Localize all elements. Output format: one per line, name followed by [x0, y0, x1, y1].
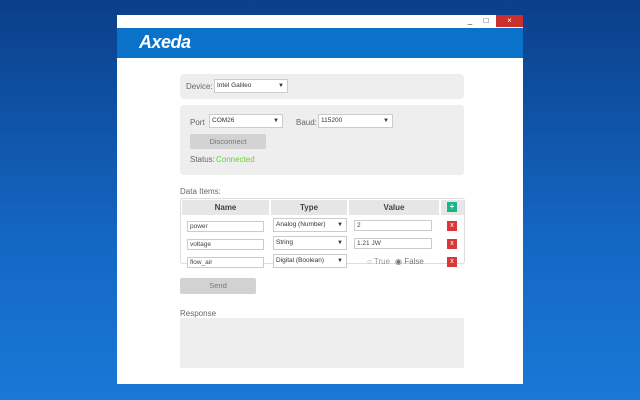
header-type: Type [271, 200, 347, 215]
name-input[interactable]: voltage [187, 239, 264, 250]
port-select[interactable]: COM26 ▼ [209, 114, 283, 128]
send-button[interactable]: Send [180, 278, 256, 294]
type-value: Analog (Number) [276, 221, 326, 228]
port-label: Port [190, 118, 205, 127]
dropdown-arrow-icon: ▼ [383, 118, 389, 124]
dropdown-arrow-icon: ▼ [337, 240, 343, 246]
header: Axeda [117, 28, 523, 58]
radio-false[interactable]: ◉ False [395, 257, 424, 266]
true-label: True [373, 257, 391, 266]
dropdown-arrow-icon: ▼ [337, 258, 343, 264]
dropdown-arrow-icon: ▼ [273, 118, 279, 124]
radio-true[interactable]: ○ True [367, 257, 390, 266]
close-button[interactable]: × [496, 15, 523, 27]
maximize-button[interactable]: □ [479, 15, 493, 27]
axeda-logo: Axeda [139, 32, 191, 52]
type-select[interactable]: Digital (Boolean) ▼ [273, 254, 347, 268]
disconnect-button[interactable]: Disconnect [190, 134, 266, 149]
type-select[interactable]: String ▼ [273, 236, 347, 250]
value-input[interactable]: 1.21 JW [354, 238, 432, 249]
type-select[interactable]: Analog (Number) ▼ [273, 218, 347, 232]
app-window: _ □ × Axeda Device: Intel Galileo ▼ Port … [117, 15, 523, 384]
type-value: Digital (Boolean) [276, 257, 325, 264]
name-input[interactable]: power [187, 221, 264, 232]
port-value: COM26 [212, 117, 235, 124]
header-value: Value [349, 200, 439, 215]
device-value: Intel Galileo [217, 82, 252, 89]
delete-item-button[interactable]: x [447, 239, 457, 249]
device-select[interactable]: Intel Galileo ▼ [214, 79, 288, 93]
response-area [180, 318, 464, 368]
dropdown-arrow-icon: ▼ [337, 222, 343, 228]
status-value: Connected [216, 155, 255, 164]
delete-item-button[interactable]: x [447, 221, 457, 231]
header-actions: + [441, 200, 464, 215]
header-name: Name [182, 200, 269, 215]
device-panel: Device: Intel Galileo ▼ [180, 74, 464, 99]
data-items-title: Data Items: [180, 187, 221, 196]
minimize-button[interactable]: _ [463, 15, 477, 27]
type-value: String [276, 239, 293, 246]
value-input[interactable]: 2 [354, 220, 432, 231]
baud-value: 115200 [321, 117, 343, 124]
add-item-button[interactable]: + [447, 202, 457, 212]
connection-panel: Port COM26 ▼ Baud: 115200 ▼ Disconnect Sta… [180, 105, 464, 175]
status-label: Status: [190, 155, 215, 164]
title-bar: _ □ × [117, 15, 523, 28]
delete-item-button[interactable]: x [447, 257, 457, 267]
dropdown-arrow-icon: ▼ [278, 83, 284, 89]
data-items-table: Name Type Value + power Analog (Number) ▼… [180, 198, 465, 268]
baud-select[interactable]: 115200 ▼ [318, 114, 393, 128]
false-label: False [404, 257, 424, 266]
device-label: Device: [186, 82, 213, 91]
baud-label: Baud: [296, 118, 317, 127]
response-title: Response [180, 309, 217, 318]
name-input[interactable]: flow_air [187, 257, 264, 268]
